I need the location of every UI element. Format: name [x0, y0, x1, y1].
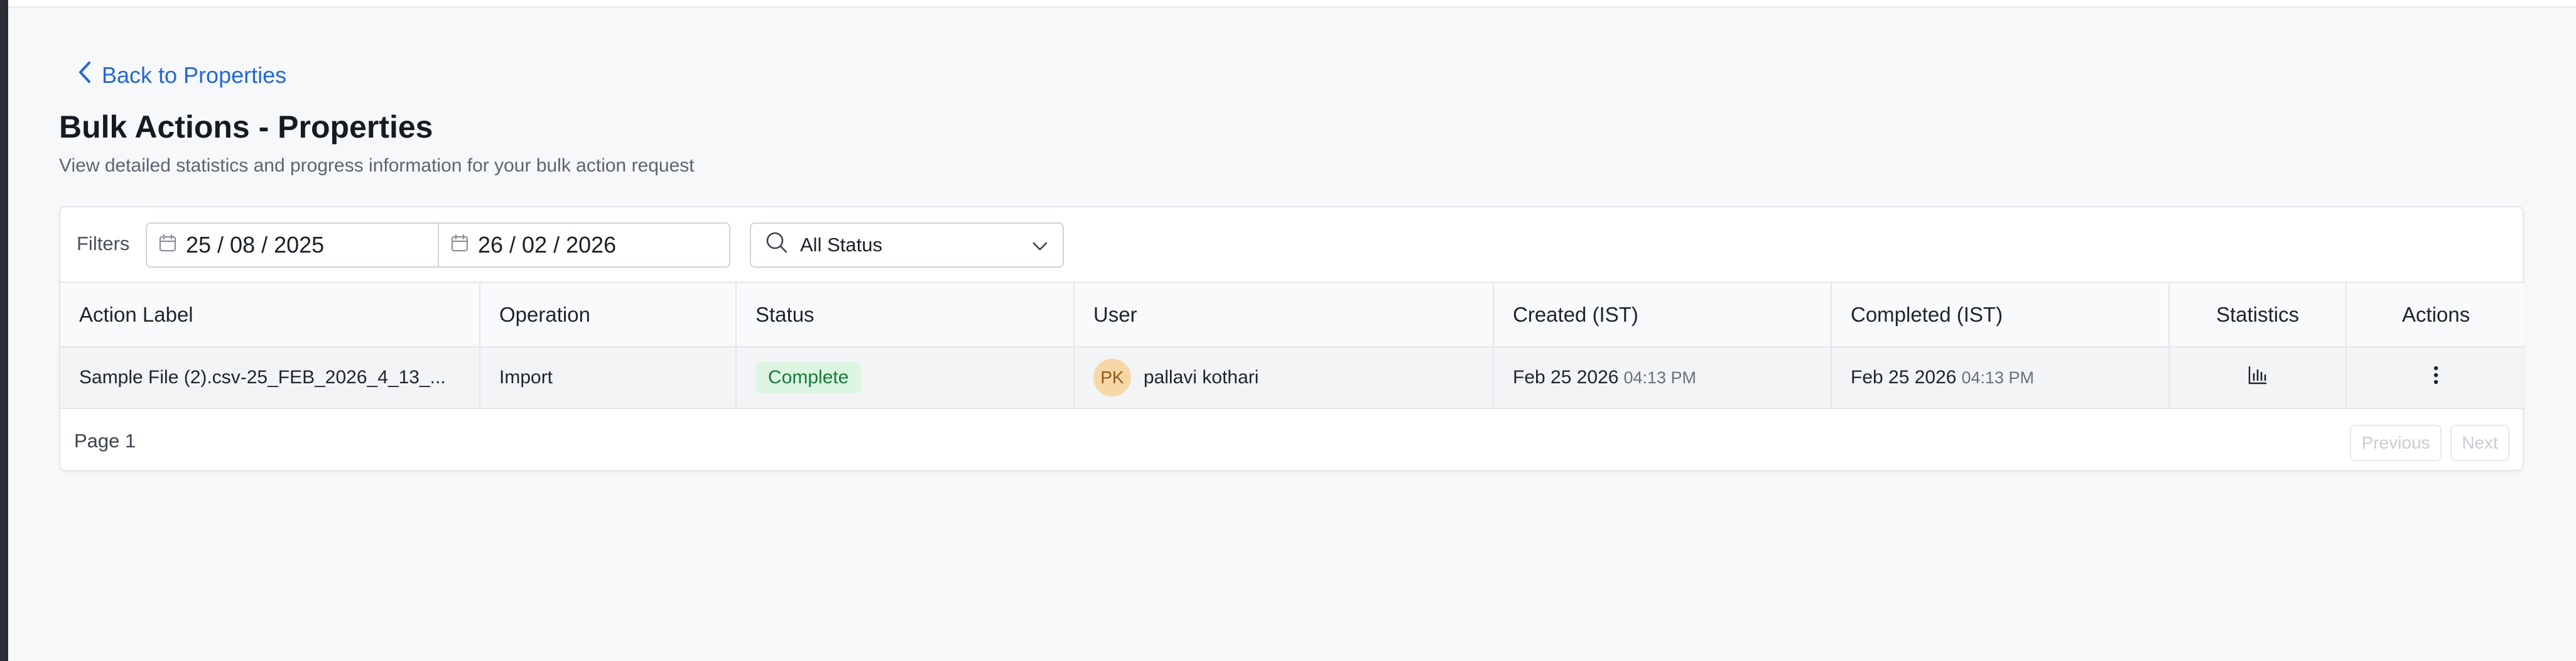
column-header-user[interactable]: User — [1074, 283, 1494, 347]
chevron-left-icon — [77, 60, 93, 90]
table-row[interactable]: Sample File (2).csv-25_FEB_2026_4_13_...… — [60, 347, 2525, 409]
page-title: Bulk Actions - Properties — [59, 109, 433, 145]
page-indicator: Page 1 — [74, 430, 136, 452]
action-label-cell: Sample File (2).csv-25_FEB_2026_4_13_... — [60, 347, 480, 409]
user-cell: PK pallavi kothari — [1074, 347, 1494, 409]
column-header-completed[interactable]: Completed (IST) — [1831, 283, 2170, 347]
completed-date: Feb 25 2026 — [1851, 367, 1957, 388]
created-time: 04:13 PM — [1623, 368, 1697, 387]
completed-cell: Feb 25 2026 04:13 PM — [1831, 347, 2170, 409]
filter-bar: Filters 25 / 08 / 2025 26 / 02 / 2026 Al… — [60, 207, 2523, 283]
end-date-input[interactable]: 26 / 02 / 2026 — [439, 224, 729, 266]
start-date-input[interactable]: 25 / 08 / 2025 — [147, 224, 439, 266]
operation-cell: Import — [480, 347, 737, 409]
top-bar — [8, 0, 2576, 8]
date-range-picker: 25 / 08 / 2025 26 / 02 / 2026 — [146, 222, 730, 268]
column-header-created[interactable]: Created (IST) — [1493, 283, 1832, 347]
calendar-icon — [450, 232, 469, 258]
created-date: Feb 25 2026 — [1513, 367, 1619, 388]
bulk-actions-card: Filters 25 / 08 / 2025 26 / 02 / 2026 Al… — [59, 206, 2525, 471]
bar-chart-icon[interactable] — [2247, 364, 2268, 386]
bulk-actions-table: Action Label Operation Status User Creat… — [60, 283, 2525, 409]
previous-page-button[interactable]: Previous — [2350, 425, 2442, 461]
calendar-icon — [158, 232, 177, 258]
status-badge: Complete — [755, 362, 862, 393]
column-header-operation[interactable]: Operation — [480, 283, 737, 347]
next-page-button[interactable]: Next — [2450, 425, 2509, 461]
status-filter-select[interactable]: All Status — [750, 222, 1064, 268]
page-subtitle: View detailed statistics and progress in… — [59, 155, 695, 176]
column-header-action-label[interactable]: Action Label — [60, 283, 480, 347]
back-link-label: Back to Properties — [102, 62, 287, 88]
end-date-value: 26 / 02 / 2026 — [478, 232, 617, 258]
user-name: pallavi kothari — [1144, 367, 1259, 388]
pagination-bar: Page 1 Previous Next — [60, 410, 2523, 471]
table-header-row: Action Label Operation Status User Creat… — [60, 283, 2525, 347]
column-header-actions: Actions — [2346, 283, 2525, 347]
created-cell: Feb 25 2026 04:13 PM — [1493, 347, 1832, 409]
back-to-properties-link[interactable]: Back to Properties — [77, 60, 286, 90]
actions-cell — [2346, 347, 2525, 409]
start-date-value: 25 / 08 / 2025 — [186, 232, 325, 258]
search-icon — [765, 231, 800, 259]
column-header-statistics: Statistics — [2169, 283, 2347, 347]
status-filter-value: All Status — [800, 234, 882, 256]
column-header-status[interactable]: Status — [736, 283, 1074, 347]
avatar: PK — [1093, 359, 1131, 396]
filters-label: Filters — [77, 232, 130, 254]
more-vertical-icon[interactable] — [2425, 364, 2447, 386]
completed-time: 04:13 PM — [1961, 368, 2035, 387]
statistics-cell — [2169, 347, 2347, 409]
app-window: Back to Properties Bulk Actions - Proper… — [8, 0, 2576, 661]
status-cell: Complete — [736, 347, 1074, 409]
